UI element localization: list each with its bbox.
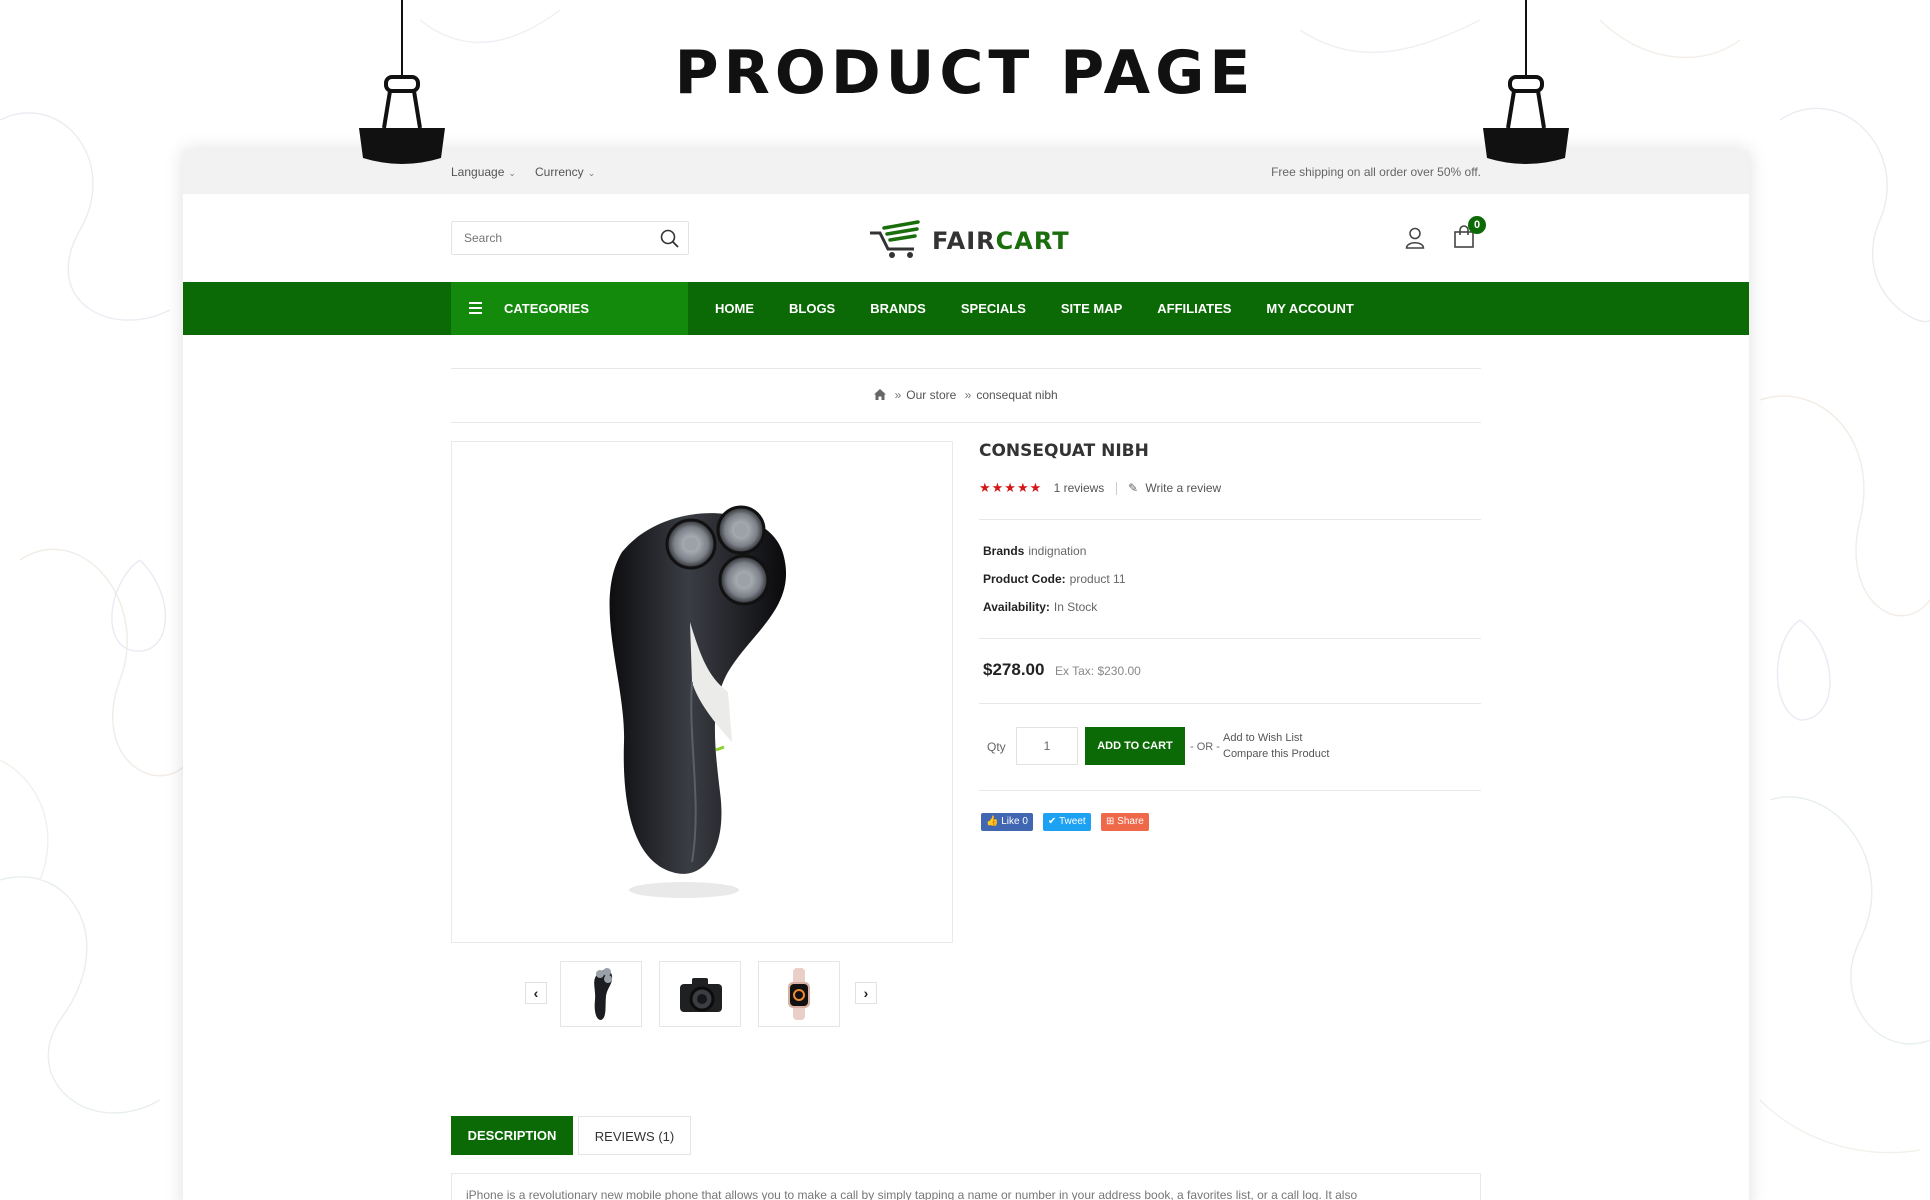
logo-wordmark: FAIRCART — [932, 227, 1070, 255]
left-clip-icon — [359, 0, 445, 164]
product-code-label: Product Code: — [983, 572, 1066, 586]
user-account-icon[interactable] — [1405, 227, 1425, 249]
camera-thumb-image — [680, 978, 722, 1012]
chevron-left-icon: ‹ — [533, 985, 539, 1001]
availability-row: Availability: In Stock — [983, 600, 1097, 614]
breadcrumb-store-link[interactable]: Our store — [906, 388, 956, 402]
ex-tax-price: Ex Tax: $230.00 — [1055, 664, 1141, 678]
reviews-count-link[interactable]: 1 reviews — [1054, 481, 1105, 495]
nav-item-my-account[interactable]: MY ACCOUNT — [1266, 301, 1353, 316]
compare-product-link[interactable]: Compare this Product — [1223, 748, 1329, 760]
logo-part-fair: FAIR — [932, 227, 996, 255]
thumbs-up-icon: 👍 — [986, 816, 999, 827]
rating-row: ★★★★★ 1 reviews ✎ Write a review — [979, 480, 1221, 496]
tweet-button[interactable]: ✔ Tweet — [1043, 813, 1091, 831]
nav-item-affiliates[interactable]: AFFILIATES — [1157, 301, 1231, 316]
description-text: iPhone is a revolutionary new mobile pho… — [466, 1188, 1358, 1200]
tab-description[interactable]: DESCRIPTION — [451, 1116, 573, 1155]
description-panel: iPhone is a revolutionary new mobile pho… — [451, 1173, 1481, 1200]
home-icon[interactable] — [874, 389, 887, 400]
or-separator: - OR - — [1190, 741, 1220, 753]
language-label: Language — [451, 165, 505, 179]
breadcrumb-separator-icon: » — [894, 388, 902, 402]
availability-label: Availability: — [983, 600, 1050, 614]
add-to-cart-button[interactable]: ADD TO CART — [1085, 727, 1185, 765]
brand-row: Brands indignation — [983, 544, 1086, 558]
nav-item-brands[interactable]: BRANDS — [870, 301, 926, 316]
categories-label: CATEGORIES — [504, 301, 589, 316]
site-logo[interactable]: FAIRCART — [868, 219, 1078, 259]
logo-part-cart: CART — [995, 227, 1070, 255]
qty-label: Qty — [987, 740, 1006, 754]
cart-logo-icon — [870, 220, 920, 258]
nav-item-blogs[interactable]: BLOGS — [789, 301, 835, 316]
hamburger-menu-icon — [469, 302, 482, 314]
prev-thumbnail-button[interactable]: ‹ — [525, 982, 547, 1004]
pencil-icon: ✎ — [1128, 481, 1139, 495]
share-label: Share — [1117, 816, 1144, 827]
tweet-label: Tweet — [1059, 816, 1086, 827]
next-thumbnail-button[interactable]: › — [855, 982, 877, 1004]
twitter-bird-icon: ✔ — [1048, 816, 1057, 827]
breadcrumb-separator-icon: » — [964, 388, 972, 402]
brand-label: Brands — [983, 544, 1025, 558]
divider — [979, 638, 1481, 639]
search-box — [451, 221, 689, 255]
breadcrumb-bar: » Our store » consequat nibh — [451, 368, 1481, 423]
plus-icon: ⊞ — [1106, 816, 1115, 827]
divider — [979, 519, 1481, 520]
chevron-down-icon: ⌄ — [587, 168, 596, 178]
star-rating: ★★★★★ — [979, 480, 1043, 495]
quantity-input[interactable]: 1 — [1016, 727, 1078, 765]
share-button[interactable]: ⊞ Share — [1101, 813, 1149, 831]
cart-count-badge: 0 — [1468, 216, 1486, 234]
facebook-like-button[interactable]: 👍 Like 0 — [981, 813, 1033, 831]
product-title: CONSEQUAT NIBH — [979, 441, 1149, 461]
like-label: Like 0 — [1001, 816, 1028, 827]
product-price: $278.00 — [983, 660, 1045, 679]
nav-menu: HOME BLOGS BRANDS SPECIALS SITE MAP AFFI… — [715, 301, 1389, 316]
shaver-thumb-image — [594, 968, 613, 1020]
electric-shaver-image — [609, 505, 787, 898]
main-product-image[interactable] — [451, 441, 953, 943]
search-icon[interactable] — [660, 229, 680, 249]
language-dropdown[interactable]: Language ⌄ — [451, 165, 516, 179]
product-code-value: product 11 — [1069, 572, 1126, 586]
categories-button[interactable]: CATEGORIES — [451, 282, 688, 335]
site-header: FAIRCART 0 — [183, 194, 1749, 282]
right-clip-icon — [1483, 0, 1569, 164]
divider — [979, 790, 1481, 791]
thumbnail-camera[interactable] — [659, 961, 741, 1027]
main-navigation: CATEGORIES HOME BLOGS BRANDS SPECIALS SI… — [183, 282, 1749, 335]
search-input[interactable] — [452, 222, 642, 254]
divider — [1115, 482, 1117, 496]
tab-reviews[interactable]: REVIEWS (1) — [578, 1116, 691, 1155]
product-code-row: Product Code: product 11 — [983, 572, 1126, 586]
brand-link[interactable]: indignation — [1028, 544, 1086, 558]
shipping-notice: Free shipping on all order over 50% off. — [1271, 165, 1481, 179]
breadcrumb: » Our store » consequat nibh — [451, 388, 1481, 402]
nav-item-site-map[interactable]: SITE MAP — [1061, 301, 1122, 316]
watch-thumb-image — [788, 968, 810, 1020]
chevron-down-icon: ⌄ — [508, 168, 516, 178]
thumbnail-carousel: ‹ › — [525, 961, 877, 1027]
add-to-wishlist-link[interactable]: Add to Wish List — [1223, 732, 1302, 744]
breadcrumb-current[interactable]: consequat nibh — [976, 388, 1057, 402]
write-review-link[interactable]: Write a review — [1145, 481, 1221, 495]
nav-item-specials[interactable]: SPECIALS — [961, 301, 1026, 316]
divider — [979, 703, 1481, 704]
thumbnail-watch[interactable] — [758, 961, 840, 1027]
currency-label: Currency — [535, 165, 584, 179]
hero-title: PRODUCT PAGE — [674, 38, 1256, 108]
availability-value: In Stock — [1053, 600, 1098, 614]
browser-page-frame: Language ⌄ Currency ⌄ Free shipping on all… — [183, 150, 1749, 1200]
chevron-right-icon: › — [863, 985, 869, 1001]
currency-dropdown[interactable]: Currency ⌄ — [535, 165, 595, 179]
nav-item-home[interactable]: HOME — [715, 301, 754, 316]
thumbnail-shaver[interactable] — [560, 961, 642, 1027]
